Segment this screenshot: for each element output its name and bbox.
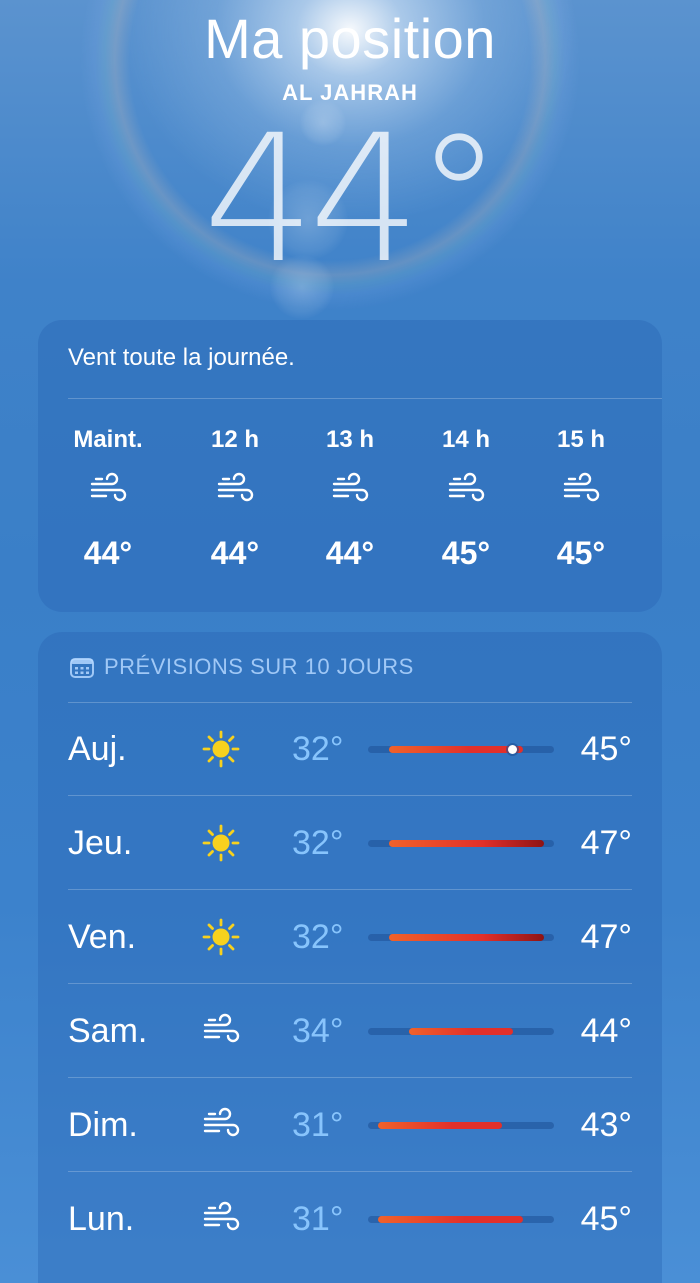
current-temperature: 44°	[203, 97, 503, 302]
sun-icon	[198, 823, 244, 863]
day-row[interactable]: Sam. 34° 44°	[38, 984, 662, 1078]
day-low-temp: 32°	[292, 824, 344, 862]
daily-header: PRÉVISIONS SUR 10 JOURS	[70, 652, 414, 682]
hour-temperature: 45°	[441, 535, 491, 571]
temperature-range-fill	[378, 1122, 503, 1129]
hour-temperature: 45°	[556, 535, 606, 571]
day-low-temp: 31°	[292, 1200, 344, 1238]
hour-label: 12 h	[210, 426, 260, 453]
day-high-temp: 43°	[580, 1106, 632, 1144]
temperature-range-fill	[409, 1028, 513, 1035]
day-high-temp: 47°	[580, 918, 632, 956]
hour-label: 14 h	[441, 426, 491, 453]
temperature-range-bar	[368, 840, 554, 847]
temperature-range-fill	[388, 934, 544, 941]
temperature-range-bar	[368, 934, 554, 941]
day-row[interactable]: Lun. 31° 45°	[38, 1172, 662, 1266]
day-high-temp: 44°	[580, 1012, 632, 1050]
day-name: Lun.	[68, 1200, 135, 1238]
wind-icon	[185, 460, 285, 520]
day-high-temp: 47°	[580, 824, 632, 862]
wind-icon	[416, 460, 516, 520]
day-name: Dim.	[68, 1106, 138, 1144]
day-low-temp: 32°	[292, 918, 344, 956]
hourly-item: 15 h 45°	[531, 420, 631, 578]
temperature-range-bar	[368, 745, 554, 754]
day-name: Auj.	[68, 730, 127, 768]
hourly-item: Maint. 44°	[58, 420, 158, 578]
hour-label: 13 h	[325, 426, 375, 453]
day-row[interactable]: Dim. 31° 43°	[38, 1078, 662, 1172]
day-row[interactable]: Auj. 32° 45°	[38, 702, 662, 796]
location-title: Ma position	[204, 7, 496, 70]
day-name: Jeu.	[68, 824, 133, 862]
wind-icon	[198, 1105, 244, 1145]
wind-icon	[198, 1011, 244, 1051]
divider	[68, 398, 662, 399]
temperature-range-fill	[378, 1216, 523, 1223]
day-row[interactable]: Ven. 32° 47°	[38, 890, 662, 984]
temperature-range-bar	[368, 1216, 554, 1223]
hourly-item: 13 h 44°	[300, 420, 400, 578]
hourly-item: 12 h 44°	[185, 420, 285, 578]
temperature-range-bar	[368, 1028, 554, 1035]
hour-temperature: 44°	[83, 535, 133, 571]
wind-icon	[300, 460, 400, 520]
temperature-range-bar	[368, 1122, 554, 1129]
sun-icon	[198, 917, 244, 957]
day-high-temp: 45°	[580, 730, 632, 768]
hour-label: 15 h	[556, 426, 606, 453]
temperature-range-fill	[388, 840, 544, 847]
hour-label: Maint.	[73, 426, 143, 453]
daily-forecast-card[interactable]: PRÉVISIONS SUR 10 JOURS Auj. 32° 45° Jeu. 32…	[38, 632, 662, 1283]
day-name: Sam.	[68, 1012, 148, 1050]
hourly-forecast-card[interactable]: Vent toute la journée. Maint. 44° 12 h 44° 1…	[38, 320, 662, 612]
hourly-summary: Vent toute la journée.	[68, 344, 295, 371]
day-high-temp: 45°	[580, 1200, 632, 1238]
day-low-temp: 32°	[292, 730, 344, 768]
wind-icon	[198, 1199, 244, 1239]
day-low-temp: 31°	[292, 1106, 344, 1144]
sun-icon	[198, 729, 244, 769]
hourly-item: 14 h 45°	[416, 420, 516, 578]
temperature-range-fill	[388, 746, 523, 753]
day-low-temp: 34°	[292, 1012, 344, 1050]
hour-temperature: 44°	[210, 535, 260, 571]
wind-icon	[531, 460, 631, 520]
wind-icon	[58, 460, 158, 520]
hour-temperature: 44°	[325, 535, 375, 571]
day-name: Ven.	[68, 918, 137, 956]
day-row[interactable]: Jeu. 32° 47°	[38, 796, 662, 890]
daily-header-label: PRÉVISIONS SUR 10 JOURS	[104, 654, 414, 679]
calendar-icon	[70, 656, 94, 678]
